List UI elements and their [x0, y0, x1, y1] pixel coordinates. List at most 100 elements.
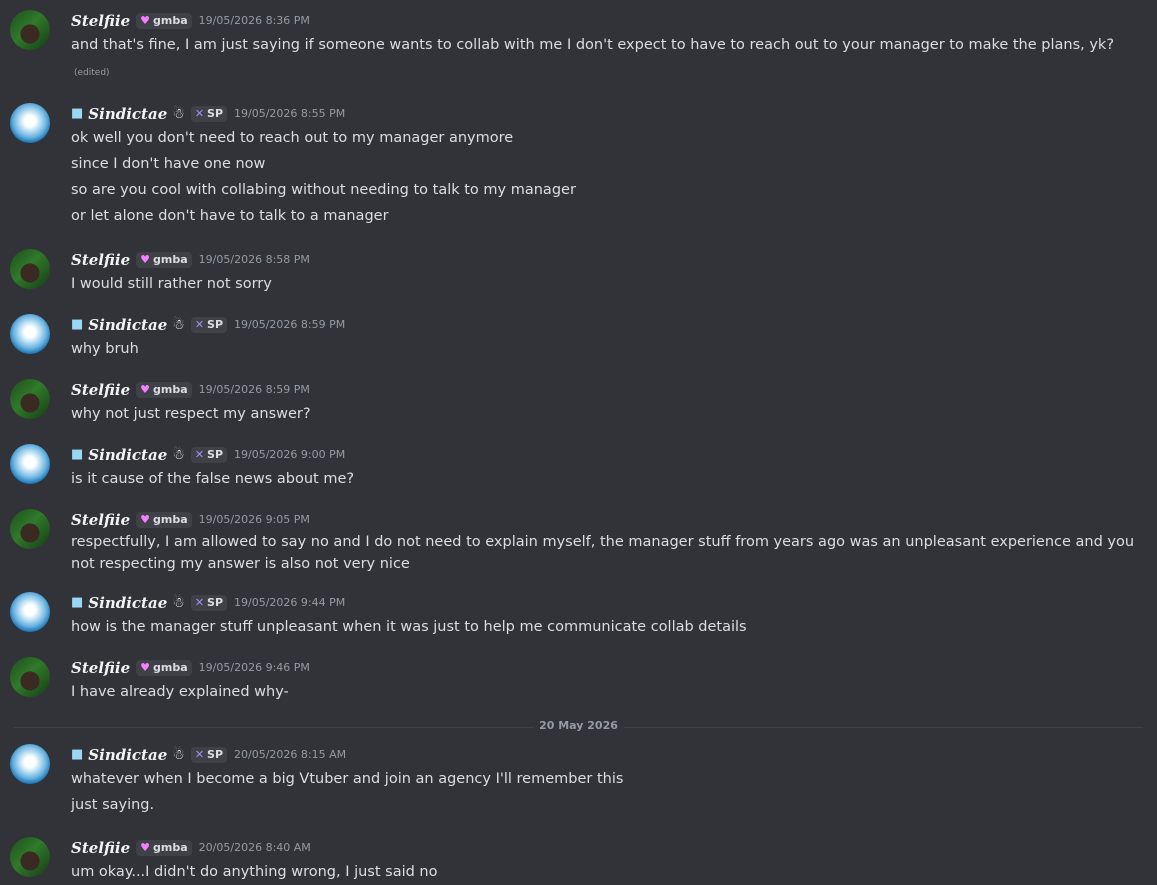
- heart-icon: ♥: [140, 513, 151, 526]
- message-text: why not just respect my answer?: [71, 406, 311, 422]
- timestamp: 19/05/2026 8:59 PM: [234, 318, 346, 331]
- message-text: ok well you don't need to reach out to m…: [71, 130, 514, 146]
- x-pattern-icon: ✕: [194, 596, 205, 609]
- message[interactable]: Stelfiie ♥ gmba 19/05/2026 8:59 PM why no…: [0, 362, 1157, 427]
- user-tag[interactable]: ✕ SP: [190, 317, 228, 333]
- timestamp: 19/05/2026 8:58 PM: [198, 253, 310, 266]
- user-tag[interactable]: ✕ SP: [190, 747, 228, 763]
- message[interactable]: Stelfiie ♥ gmba 19/05/2026 9:46 PM I have…: [0, 640, 1157, 705]
- message-text: just saying.: [71, 797, 155, 813]
- message-text: I have already explained why-: [71, 684, 289, 700]
- avatar-sindictae[interactable]: [10, 744, 50, 784]
- ice-cube-icon: ■: [71, 447, 84, 462]
- message-header: ■ Sindictae ☃ ✕ SP 19/05/2026 9:00 PM: [71, 444, 1147, 466]
- user-tag[interactable]: ♥ gmba: [136, 13, 192, 29]
- timestamp: 20/05/2026 8:15 AM: [234, 748, 347, 761]
- timestamp: 19/05/2026 9:44 PM: [234, 596, 346, 609]
- ice-cube-icon: ■: [71, 595, 84, 610]
- message[interactable]: Stelfiie ♥ gmba 19/05/2026 8:36 PM and th…: [0, 0, 1157, 86]
- username[interactable]: Stelfiie: [71, 249, 130, 271]
- x-pattern-icon: ✕: [194, 448, 205, 461]
- message-text: um okay...I didn't do anything wrong, I …: [71, 864, 438, 880]
- timestamp: 19/05/2026 9:46 PM: [198, 661, 310, 674]
- x-pattern-icon: ✕: [194, 748, 205, 761]
- ghost-icon: ☃: [172, 106, 185, 122]
- timestamp: 19/05/2026 8:59 PM: [198, 383, 310, 396]
- message[interactable]: ■ Sindictae ☃ ✕ SP 19/05/2026 9:00 PM is …: [0, 427, 1157, 492]
- username[interactable]: Stelfiie: [71, 837, 130, 859]
- message-text: or let alone don't have to talk to a man…: [71, 208, 389, 224]
- message-text: respectfully, I am allowed to say no and…: [71, 534, 1135, 572]
- heart-icon: ♥: [140, 841, 151, 854]
- message-text: whatever when I become a big Vtuber and …: [71, 771, 624, 787]
- message-text: I would still rather not sorry: [71, 276, 272, 292]
- x-pattern-icon: ✕: [194, 107, 205, 120]
- user-tag[interactable]: ♥ gmba: [136, 840, 192, 856]
- ice-cube-icon: ■: [71, 747, 84, 762]
- username[interactable]: Sindictae: [88, 592, 167, 614]
- message-header: Stelfiie ♥ gmba 19/05/2026 8:59 PM: [71, 379, 1147, 401]
- ghost-icon: ☃: [172, 317, 185, 333]
- username[interactable]: Stelfiie: [71, 657, 130, 679]
- message-text: since I don't have one now: [71, 156, 266, 172]
- avatar-sindictae[interactable]: [10, 103, 50, 143]
- username[interactable]: Sindictae: [88, 444, 167, 466]
- username[interactable]: Sindictae: [88, 744, 167, 766]
- avatar-stelfiie[interactable]: [10, 837, 50, 877]
- heart-icon: ♥: [140, 383, 151, 396]
- ghost-icon: ☃: [172, 595, 185, 611]
- message-text: is it cause of the false news about me?: [71, 471, 355, 487]
- message-header: Stelfiie ♥ gmba 19/05/2026 9:05 PM: [71, 509, 1147, 531]
- user-tag[interactable]: ✕ SP: [190, 106, 228, 122]
- chat-log: Stelfiie ♥ gmba 19/05/2026 8:36 PM and th…: [0, 0, 1157, 885]
- user-tag[interactable]: ♥ gmba: [136, 252, 192, 268]
- username[interactable]: Stelfiie: [71, 509, 130, 531]
- message-header: ■ Sindictae ☃ ✕ SP 19/05/2026 8:59 PM: [71, 314, 1147, 336]
- message[interactable]: Stelfiie ♥ gmba 19/05/2026 9:05 PM respec…: [0, 492, 1157, 575]
- timestamp: 19/05/2026 9:05 PM: [198, 513, 310, 526]
- user-tag[interactable]: ♥ gmba: [136, 512, 192, 528]
- message-header: ■ Sindictae ☃ ✕ SP 19/05/2026 8:55 PM: [71, 103, 1147, 125]
- user-tag[interactable]: ♥ gmba: [136, 382, 192, 398]
- avatar-stelfiie[interactable]: [10, 657, 50, 697]
- username[interactable]: Sindictae: [88, 103, 167, 125]
- user-tag[interactable]: ♥ gmba: [136, 660, 192, 676]
- message-text: why bruh: [71, 341, 139, 357]
- edited-label: (edited): [74, 68, 110, 78]
- avatar-stelfiie[interactable]: [10, 10, 50, 50]
- message[interactable]: ■ Sindictae ☃ ✕ SP 19/05/2026 8:59 PM why…: [0, 297, 1157, 362]
- x-pattern-icon: ✕: [194, 318, 205, 331]
- message-text: how is the manager stuff unpleasant when…: [71, 619, 747, 635]
- heart-icon: ♥: [140, 14, 151, 27]
- avatar-sindictae[interactable]: [10, 314, 50, 354]
- timestamp: 19/05/2026 8:36 PM: [198, 14, 310, 27]
- username[interactable]: Stelfiie: [71, 10, 130, 32]
- ghost-icon: ☃: [172, 447, 185, 463]
- timestamp: 19/05/2026 9:00 PM: [234, 448, 346, 461]
- username[interactable]: Stelfiie: [71, 379, 130, 401]
- timestamp: 19/05/2026 8:55 PM: [234, 107, 346, 120]
- message[interactable]: ■ Sindictae ☃ ✕ SP 19/05/2026 8:55 PM ok …: [0, 86, 1157, 229]
- avatar-stelfiie[interactable]: [10, 509, 50, 549]
- ice-cube-icon: ■: [71, 106, 84, 121]
- message-header: Stelfiie ♥ gmba 20/05/2026 8:40 AM: [71, 837, 1147, 859]
- message-text: so are you cool with collabing without n…: [71, 182, 576, 198]
- message[interactable]: Stelfiie ♥ gmba 19/05/2026 8:58 PM I woul…: [0, 229, 1157, 297]
- message-header: Stelfiie ♥ gmba 19/05/2026 8:36 PM: [71, 10, 1147, 32]
- message-header: ■ Sindictae ☃ ✕ SP 19/05/2026 9:44 PM: [71, 592, 1147, 614]
- username[interactable]: Sindictae: [88, 314, 167, 336]
- avatar-stelfiie[interactable]: [10, 249, 50, 289]
- message-header: Stelfiie ♥ gmba 19/05/2026 8:58 PM: [71, 249, 1147, 271]
- user-tag[interactable]: ✕ SP: [190, 595, 228, 611]
- message[interactable]: Stelfiie ♥ gmba 20/05/2026 8:40 AM um oka…: [0, 818, 1157, 885]
- message-header: Stelfiie ♥ gmba 19/05/2026 9:46 PM: [71, 657, 1147, 679]
- message-text: and that's fine, I am just saying if som…: [71, 37, 1115, 78]
- avatar-stelfiie[interactable]: [10, 379, 50, 419]
- avatar-sindictae[interactable]: [10, 592, 50, 632]
- user-tag[interactable]: ✕ SP: [190, 447, 228, 463]
- heart-icon: ♥: [140, 661, 151, 674]
- message[interactable]: ■ Sindictae ☃ ✕ SP 20/05/2026 8:15 AM wha…: [0, 728, 1157, 818]
- heart-icon: ♥: [140, 253, 151, 266]
- avatar-sindictae[interactable]: [10, 444, 50, 484]
- message[interactable]: ■ Sindictae ☃ ✕ SP 19/05/2026 9:44 PM how…: [0, 575, 1157, 640]
